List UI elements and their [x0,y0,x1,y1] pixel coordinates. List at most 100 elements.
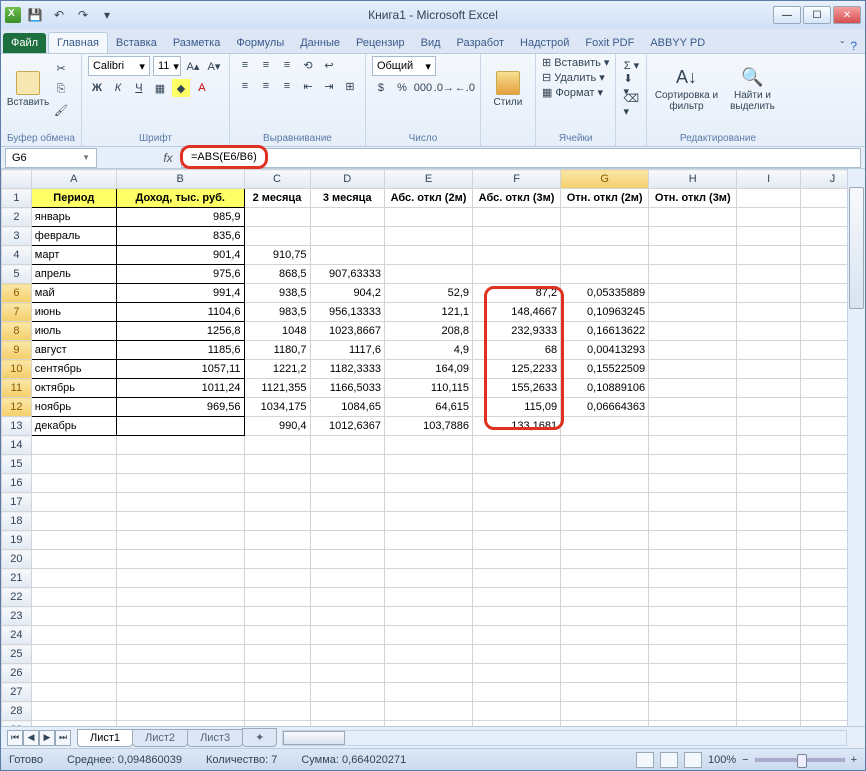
cell-C8[interactable]: 1048 [244,322,310,341]
row-header-19[interactable]: 19 [2,531,32,550]
cell-B13[interactable] [116,417,244,436]
sheet-nav-first[interactable]: ⏮ [7,730,23,746]
cell-F3[interactable] [473,227,561,246]
shrink-font-button[interactable]: A▾ [205,57,223,75]
cell-A13[interactable]: декабрь [31,417,116,436]
grow-font-button[interactable]: A▴ [184,57,202,75]
cell-G12[interactable]: 0,06664363 [561,398,649,417]
row-header-23[interactable]: 23 [2,607,32,626]
cut-button[interactable]: ✂ [52,59,70,77]
cell-H2[interactable] [649,208,737,227]
cell-E2[interactable] [384,208,472,227]
cell-F7[interactable]: 148,4667 [473,303,561,322]
cell-E4[interactable] [384,246,472,265]
cell-B12[interactable]: 969,56 [116,398,244,417]
cell-D7[interactable]: 956,13333 [310,303,384,322]
cell-F4[interactable] [473,246,561,265]
cell-D9[interactable]: 1117,6 [310,341,384,360]
qat-redo[interactable]: ↷ [73,5,93,25]
cell-G2[interactable] [561,208,649,227]
cell-G8[interactable]: 0,16613622 [561,322,649,341]
cell-A6[interactable]: май [31,284,116,303]
cell-B5[interactable]: 975,6 [116,265,244,284]
col-header-D[interactable]: D [310,170,384,189]
cell-A12[interactable]: ноябрь [31,398,116,417]
row-header-16[interactable]: 16 [2,474,32,493]
cell-D5[interactable]: 907,63333 [310,265,384,284]
indent-dec[interactable]: ⇤ [299,77,317,95]
comma-button[interactable]: 000 [414,79,432,97]
cell-B3[interactable]: 835,6 [116,227,244,246]
cell-G9[interactable]: 0,00413293 [561,341,649,360]
cell-G11[interactable]: 0,10889106 [561,379,649,398]
col-header-E[interactable]: E [384,170,472,189]
bold-button[interactable]: Ж [88,79,106,97]
row-header-28[interactable]: 28 [2,702,32,721]
cell-E10[interactable]: 164,09 [384,360,472,379]
worksheet-grid[interactable]: ABCDEFGHIJ1ПериодДоход, тыс. руб.2 месяц… [1,169,865,726]
cell-F8[interactable]: 232,9333 [473,322,561,341]
row-header-24[interactable]: 24 [2,626,32,645]
cell-D6[interactable]: 904,2 [310,284,384,303]
cell-B1[interactable]: Доход, тыс. руб. [116,189,244,208]
view-normal[interactable] [636,752,654,768]
cell-H5[interactable] [649,265,737,284]
align-left[interactable]: ≡ [236,77,254,95]
cell-E12[interactable]: 64,615 [384,398,472,417]
font-name-select[interactable]: Calibri▾ [88,56,150,76]
cell-B9[interactable]: 1185,6 [116,341,244,360]
indent-inc[interactable]: ⇥ [320,77,338,95]
cell-F2[interactable] [473,208,561,227]
tab-review[interactable]: Рецензир [348,33,413,53]
row-header-10[interactable]: 10 [2,360,32,379]
cell-A11[interactable]: октябрь [31,379,116,398]
cell-G1[interactable]: Отн. откл (2м) [561,189,649,208]
formula-input[interactable]: =ABS(E6/B6) [181,148,861,168]
cell-A9[interactable]: август [31,341,116,360]
tab-home[interactable]: Главная [48,32,108,53]
cell-D1[interactable]: 3 месяца [310,189,384,208]
col-header-C[interactable]: C [244,170,310,189]
sort-filter-button[interactable]: A↓ Сортировка и фильтр [653,56,719,122]
tab-abbyy[interactable]: ABBYY PD [642,33,713,53]
percent-button[interactable]: % [393,79,411,97]
col-header-G[interactable]: G [561,170,649,189]
row-header-14[interactable]: 14 [2,436,32,455]
clear-button[interactable]: ⌫ ▾ [622,96,640,114]
tab-layout[interactable]: Разметка [165,33,229,53]
cell-E1[interactable]: Абс. откл (2м) [384,189,472,208]
tab-foxit[interactable]: Foxit PDF [577,33,642,53]
cell-H8[interactable] [649,322,737,341]
cell-C3[interactable] [244,227,310,246]
format-painter-button[interactable]: 🖌 [52,101,70,119]
cell-H4[interactable] [649,246,737,265]
cell-D13[interactable]: 1012,6367 [310,417,384,436]
row-header-5[interactable]: 5 [2,265,32,284]
qat-save[interactable]: 💾 [25,5,45,25]
sheet-tab-2[interactable]: Лист2 [132,729,188,747]
cell-F10[interactable]: 125,2233 [473,360,561,379]
row-header-12[interactable]: 12 [2,398,32,417]
cell-D4[interactable] [310,246,384,265]
cell-F11[interactable]: 155,2633 [473,379,561,398]
cell-C10[interactable]: 1221,2 [244,360,310,379]
name-box[interactable]: G6 ▼ [5,148,97,168]
col-header-F[interactable]: F [473,170,561,189]
currency-button[interactable]: $ [372,79,390,97]
cell-F5[interactable] [473,265,561,284]
select-all[interactable] [2,170,32,189]
row-header-21[interactable]: 21 [2,569,32,588]
cell-F13[interactable]: 133,1681 [473,417,561,436]
cell-G13[interactable] [561,417,649,436]
cell-A5[interactable]: апрель [31,265,116,284]
zoom-slider[interactable] [755,758,845,762]
cell-B7[interactable]: 1104,6 [116,303,244,322]
cell-C4[interactable]: 910,75 [244,246,310,265]
row-header-17[interactable]: 17 [2,493,32,512]
cell-G7[interactable]: 0,10963245 [561,303,649,322]
orientation[interactable]: ⟲ [299,56,317,74]
sheet-tab-3[interactable]: Лист3 [187,729,243,747]
cell-E13[interactable]: 103,7886 [384,417,472,436]
cell-H6[interactable] [649,284,737,303]
view-layout[interactable] [660,752,678,768]
